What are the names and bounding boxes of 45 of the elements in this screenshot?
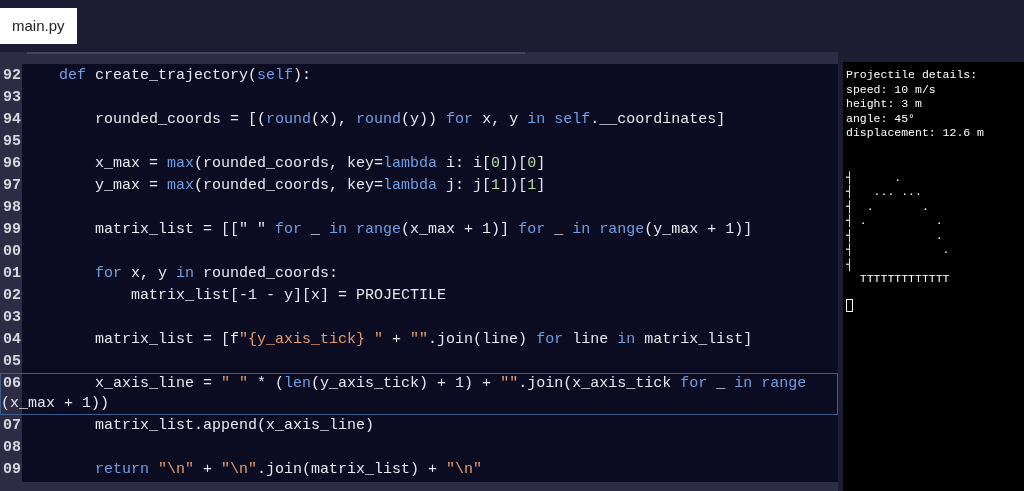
code-line: return "\n" + "\n".join(matrix_list) + "\n" — [94, 460, 483, 480]
terminal-line: height: 3 m — [846, 97, 922, 112]
line-number: 08 — [2, 438, 21, 458]
plot-line: ┤ . . — [846, 199, 929, 214]
plot-line: ┤ ... ... — [846, 185, 922, 199]
line-number: 00 — [2, 242, 21, 262]
plot-line: ┤ . — [846, 243, 950, 257]
line-number: 95 — [2, 132, 21, 152]
code-line: (x_max + 1)) — [1, 395, 110, 412]
line-number: 05 — [2, 352, 21, 372]
code-line: matrix_list.append(x_axis_line) — [94, 416, 375, 436]
plot-line: ┤ . . — [846, 214, 943, 228]
plot-line: TTTTTTTTTTTTT — [858, 272, 950, 287]
terminal-line: angle: 45° — [846, 111, 915, 126]
code-line: matrix_list = [[" " for _ in range(x_max + 1)] for _ in range(y_max + 1)] — [94, 220, 753, 240]
line-number: 98 — [2, 198, 21, 218]
line-number: 96 — [2, 154, 21, 174]
line-number: 93 — [2, 88, 21, 108]
line-number: 03 — [2, 308, 21, 328]
terminal-cursor-icon — [846, 298, 853, 312]
line-number: 04 — [2, 330, 21, 350]
code-line: for x, y in rounded_coords: — [94, 264, 339, 284]
line-number: 92 — [2, 66, 21, 86]
line-number: 09 — [2, 460, 21, 480]
code-line: def create_trajectory(self): — [58, 66, 312, 86]
code-line: x_axis_line = " " * (len(y_axis_tick) + 1) + "".join(x_axis_tick for _ in range — [94, 374, 807, 394]
file-tab[interactable]: main.py — [0, 8, 77, 44]
line-number: 06 — [2, 374, 21, 394]
code-line: y_max = max(rounded_coords, key=lambda j: j[1])[1] — [94, 176, 546, 196]
line-number: 01 — [2, 264, 21, 284]
line-number: 94 — [2, 110, 21, 130]
terminal-line: displacement: 12.6 m — [846, 126, 985, 141]
line-number: 07 — [2, 416, 21, 436]
plot-line: ┤ . — [846, 228, 943, 243]
line-number: 99 — [2, 220, 21, 240]
terminal-line: Projectile details: — [846, 68, 978, 83]
line-number: 97 — [2, 176, 21, 196]
line-number: 02 — [2, 286, 21, 306]
code-line: matrix_list[-1 - y][x] = PROJECTILE — [130, 286, 447, 306]
plot-line: ┤ . — [846, 170, 902, 185]
code-line: matrix_list = [f"{y_axis_tick} " + "".join(line) for line in matrix_list] — [94, 330, 753, 350]
code-line: x_max = max(rounded_coords, key=lambda i: i[0])[0] — [94, 154, 546, 174]
code-line: rounded_coords = [(round(x), round(y)) for x, y in self.__coordinates] — [94, 110, 726, 130]
terminal-line: speed: 10 m/s — [846, 82, 936, 97]
plot-line: ┤ — [846, 257, 853, 272]
